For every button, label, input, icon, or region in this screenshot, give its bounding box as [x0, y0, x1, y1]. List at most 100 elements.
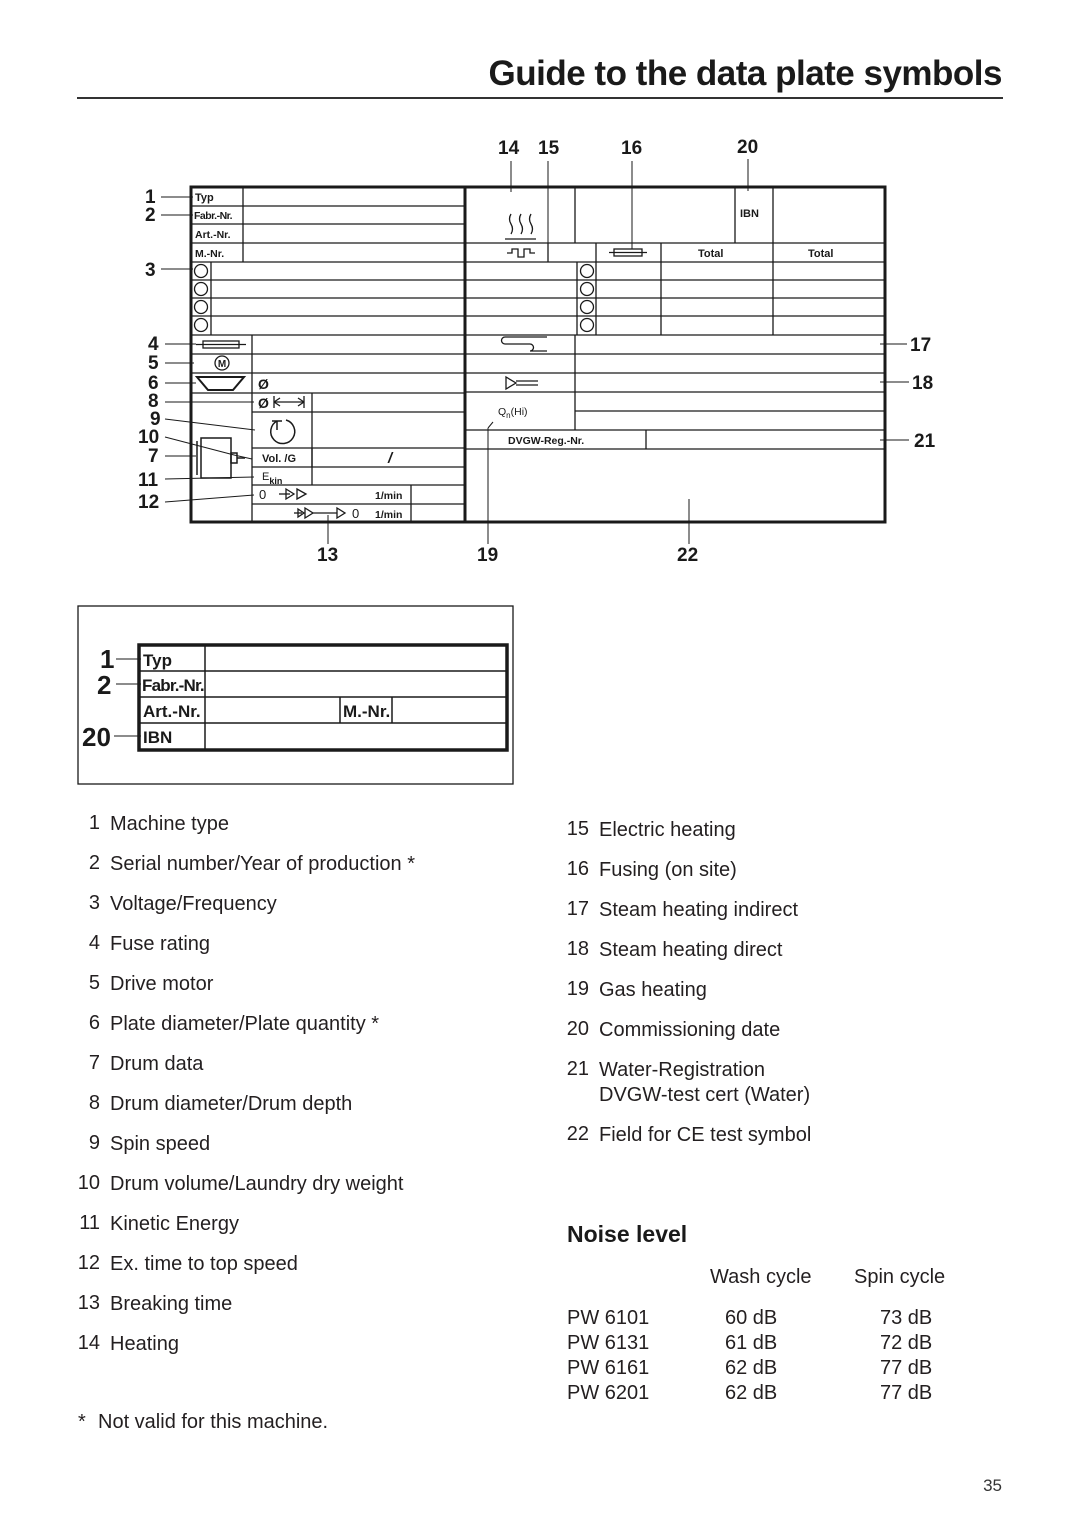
legend-text-line1: Water-Registration	[599, 1059, 765, 1081]
callout-22: 22	[677, 545, 698, 566]
legend-number: 5	[88, 972, 100, 994]
circle-icon	[579, 263, 595, 279]
callout-5: 5	[148, 353, 159, 374]
circle-icon	[193, 299, 209, 315]
legend-number: 22	[566, 1123, 589, 1145]
label-rpm-brake: 1/min	[375, 509, 402, 521]
left-grid-lines	[191, 187, 465, 522]
legend-number: 2	[88, 852, 100, 874]
label-total-1: Total	[698, 248, 723, 260]
legend-text: Commissioning date	[599, 1019, 781, 1041]
legend-text: Water-Registration DVGW-test cert (Water)	[599, 1058, 810, 1108]
label-typ: Typ	[195, 192, 214, 204]
footnote-text: Not valid for this machine.	[98, 1411, 329, 1433]
drum-depth-icon	[273, 396, 305, 408]
wash-db-cell: 62 dB	[725, 1382, 778, 1404]
spin-db-cell: 77 dB	[880, 1357, 933, 1379]
page-number: 35	[983, 1476, 1002, 1495]
model-cell: PW 6201	[567, 1382, 650, 1404]
spin-speed-icon	[270, 419, 296, 445]
callout-7: 7	[148, 446, 159, 467]
plate-icon	[194, 376, 247, 391]
main-data-plate: M Typ Fabr.-Nr. Art.-Nr. M.-Nr. Ø Ø Vol.…	[138, 137, 936, 566]
legend-text: Ex. time to top speed	[110, 1253, 298, 1275]
legend-number: 9	[88, 1132, 100, 1154]
legend-number: 3	[88, 892, 100, 914]
callout-4: 4	[148, 334, 159, 355]
label-slash: /	[387, 450, 394, 467]
model-cell: PW 6161	[567, 1357, 650, 1379]
spin-db-cell: 77 dB	[880, 1382, 933, 1404]
callout-19: 19	[477, 545, 498, 566]
legend-text: Electric heating	[599, 819, 736, 841]
accel-arrow-icon	[279, 487, 308, 501]
drum-icon	[196, 437, 245, 479]
legend-number: 10	[77, 1172, 100, 1194]
small-label-ibn: IBN	[143, 728, 172, 747]
legend-text: Field for CE test symbol	[599, 1124, 812, 1146]
legend-text: Spin speed	[110, 1133, 211, 1155]
footnote-marker: *	[78, 1411, 86, 1433]
circle-icon	[193, 281, 209, 297]
circle-icon	[193, 317, 209, 333]
footnote: * Not valid for this machine.	[78, 1411, 328, 1434]
callout-2: 2	[145, 205, 156, 226]
wash-db-cell: 60 dB	[725, 1307, 778, 1329]
legend-number: 19	[566, 978, 589, 1000]
label-zero-brake: 0	[352, 506, 359, 521]
callout-18: 18	[912, 373, 933, 394]
legend-number: 13	[77, 1292, 100, 1314]
legend-text: Fuse rating	[110, 933, 211, 955]
small-plate-box	[77, 605, 514, 785]
legend-number: 4	[88, 932, 100, 954]
wash-db-cell: 62 dB	[725, 1357, 778, 1379]
steam-direct-icon	[505, 375, 538, 391]
callout-13: 13	[317, 545, 338, 566]
label-ibn: IBN	[740, 208, 759, 220]
label-fabr-nr: Fabr.-Nr.	[194, 210, 233, 222]
legend-text: Voltage/Frequency	[110, 893, 277, 915]
legend-text: Heating	[110, 1333, 179, 1355]
legend-text: Plate diameter/Plate quantity *	[110, 1013, 380, 1035]
circle-icon	[579, 317, 595, 333]
data-plate-diagrams: M Typ Fabr.-Nr. Art.-Nr. M.-Nr. Ø Ø Vol.…	[77, 137, 936, 785]
label-plate-diameter: Ø	[258, 376, 269, 392]
callout-11: 11	[138, 470, 159, 491]
heating-icon	[505, 213, 536, 240]
spin-db-cell: 73 dB	[880, 1307, 933, 1329]
small-label-art-nr: Art.-Nr.	[143, 702, 201, 721]
circle-icon	[579, 281, 595, 297]
label-vol-g: Vol. /G	[262, 453, 296, 465]
legend-number: 7	[88, 1052, 100, 1074]
legend-number: 12	[77, 1252, 100, 1274]
right-grid-lines	[465, 187, 885, 450]
legend-text: Steam heating direct	[599, 939, 783, 961]
callout-20: 20	[737, 137, 758, 158]
label-art-nr: Art.-Nr.	[195, 229, 231, 241]
wash-db-cell: 61 dB	[725, 1332, 778, 1354]
legend-number: 11	[79, 1212, 100, 1234]
small-callout-2: 2	[97, 670, 111, 700]
label-total-2: Total	[808, 248, 833, 260]
label-m-nr: M.-Nr.	[195, 248, 224, 260]
legend-text: Machine type	[110, 813, 229, 835]
legend-text: Drive motor	[110, 973, 214, 995]
header-wash-cycle: Wash cycle	[710, 1266, 812, 1288]
small-data-plate: Typ Fabr.-Nr. Art.-Nr. M.-Nr. IBN 1 2 20	[77, 605, 514, 785]
svg-text:M: M	[218, 359, 226, 370]
legend-number: 17	[566, 898, 589, 920]
legend-number: 16	[566, 858, 589, 880]
spin-db-cell: 72 dB	[880, 1332, 933, 1354]
legend-text-line2: DVGW-test cert (Water)	[599, 1084, 811, 1106]
callout-21: 21	[914, 431, 936, 452]
small-callout-20: 20	[82, 722, 111, 752]
legend-text: Drum diameter/Drum depth	[110, 1093, 353, 1115]
label-drum-diameter: Ø	[258, 395, 269, 411]
small-label-fabr-nr: Fabr.-Nr.	[142, 676, 204, 695]
label-qn-hi: Qn(Hi)	[498, 406, 528, 420]
label-dvgw: DVGW-Reg.-Nr.	[508, 435, 584, 447]
noise-level-heading: Noise level	[567, 1221, 688, 1247]
legend-text: Steam heating indirect	[599, 899, 799, 921]
legend-number: 21	[566, 1058, 589, 1080]
model-cell: PW 6131	[567, 1332, 650, 1354]
